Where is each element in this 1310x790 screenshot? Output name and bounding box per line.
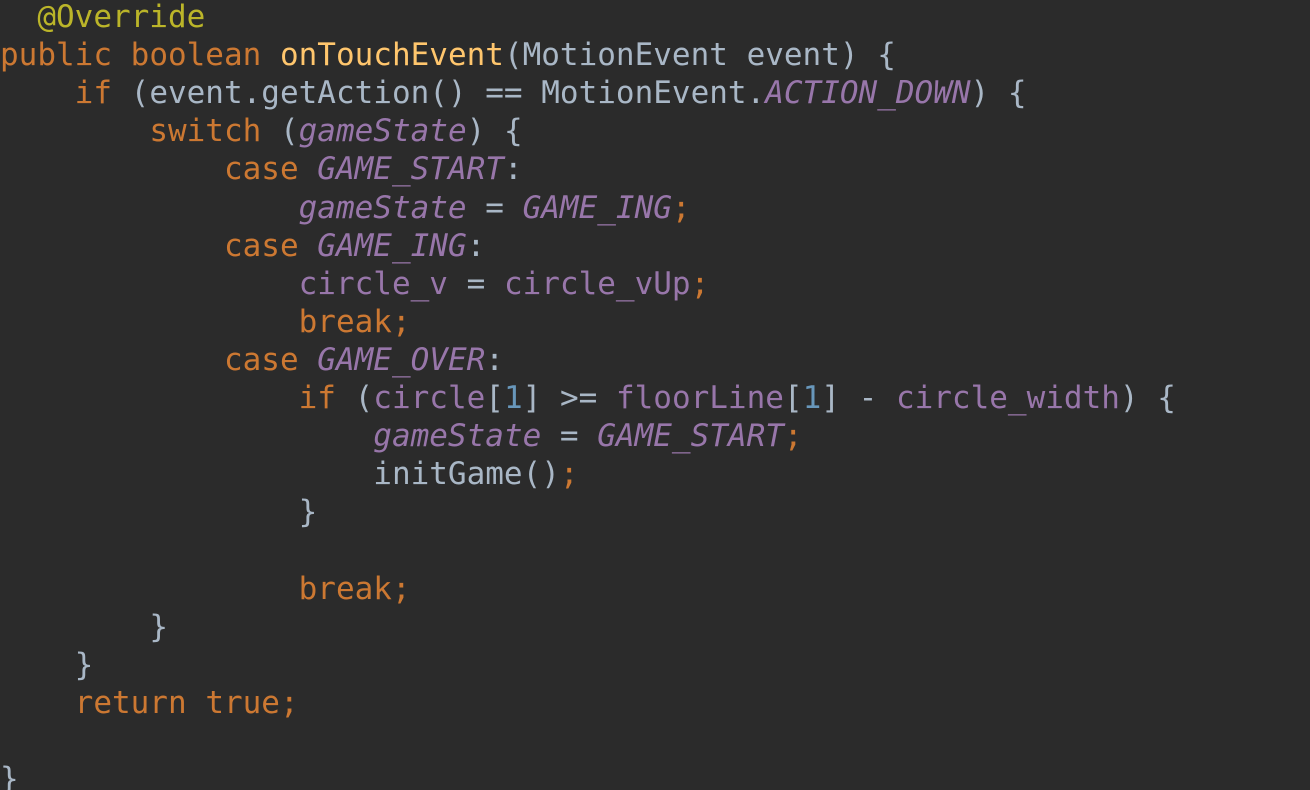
- code-token-plain: =: [447, 265, 504, 302]
- code-token-keyword: case: [223, 227, 318, 264]
- code-token-annotation: @Override: [37, 0, 206, 35]
- code-token-static: GAME_START: [597, 418, 784, 455]
- code-token-plain: =: [541, 418, 598, 455]
- code-token-field: circle_vUp: [503, 265, 691, 302]
- code-token-punct: ;: [671, 189, 691, 226]
- code-token-plain: [: [485, 380, 504, 416]
- code-token-plain: ) {: [970, 75, 1027, 112]
- code-token-plain: }: [298, 494, 318, 531]
- code-line[interactable]: }: [0, 646, 94, 684]
- code-token-keyword: if: [74, 75, 131, 112]
- code-token-keyword: break;: [298, 570, 411, 607]
- code-token-plain: }: [149, 608, 168, 645]
- code-line[interactable]: circle_v = circle_vUp;: [0, 265, 710, 303]
- code-token-method: onTouchEvent: [279, 37, 504, 74]
- code-token-keyword: if: [298, 380, 355, 416]
- code-token-static: gameState: [373, 418, 542, 455]
- code-line[interactable]: switch (gameState) {: [0, 112, 523, 150]
- code-token-field: floorLine: [615, 380, 784, 416]
- code-token-punct: ;: [783, 418, 803, 455]
- code-token-static: GAME_START: [317, 151, 504, 188]
- code-token-punct: ;: [559, 456, 579, 493]
- code-line[interactable]: if (circle[1] >= floorLine[1] - circle_w…: [0, 379, 1176, 417]
- code-token-keyword: case: [223, 151, 318, 188]
- code-token-keyword: case: [223, 341, 318, 378]
- code-token-number: 1: [802, 380, 822, 416]
- code-token-plain: =: [466, 189, 523, 226]
- code-token-static: ACTION_DOWN: [765, 75, 971, 112]
- code-token-plain: }: [74, 646, 94, 683]
- code-line[interactable]: case GAME_ING:: [0, 227, 485, 265]
- code-line[interactable]: }: [0, 493, 318, 531]
- code-token-plain: :: [503, 151, 523, 188]
- code-token-keyword: switch: [149, 113, 280, 150]
- code-line[interactable]: break;: [0, 303, 411, 341]
- code-token-keyword: boolean: [130, 37, 280, 74]
- code-token-plain: (event.getAction() == MotionEvent.: [130, 75, 766, 112]
- code-token-keyword: public: [0, 37, 131, 74]
- code-token-plain: (MotionEvent event) {: [503, 37, 896, 74]
- code-line[interactable]: initGame();: [0, 455, 579, 493]
- code-token-field: circle_v: [298, 265, 448, 302]
- code-token-keyword: break;: [298, 303, 411, 340]
- code-token-static: gameState: [298, 113, 467, 150]
- code-line[interactable]: break;: [0, 570, 411, 608]
- code-token-static: GAME_ING: [317, 227, 467, 264]
- code-editor[interactable]: @Override public boolean onTouchEvent(Mot…: [0, 0, 1310, 790]
- code-token-plain: ) {: [466, 113, 523, 150]
- code-line[interactable]: case GAME_OVER:: [0, 341, 504, 379]
- code-token-plain: ] >=: [522, 380, 616, 416]
- code-line[interactable]: gameState = GAME_START;: [0, 417, 803, 455]
- code-line[interactable]: if (event.getAction() == MotionEvent.ACT…: [0, 74, 1027, 112]
- code-token-static: GAME_ING: [522, 189, 672, 226]
- code-line[interactable]: case GAME_START:: [0, 150, 523, 188]
- code-token-plain: ) {: [1119, 380, 1176, 416]
- code-token-plain: (: [279, 113, 299, 150]
- code-token-plain: initGame(): [373, 456, 560, 493]
- code-token-plain: }: [0, 761, 19, 790]
- code-token-plain: ] -: [821, 380, 896, 416]
- code-token-plain: (: [354, 380, 374, 416]
- code-token-static: GAME_OVER: [317, 341, 486, 378]
- code-token-plain: :: [466, 227, 486, 264]
- code-token-punct: ;: [690, 265, 710, 302]
- code-token-field: circle_width: [895, 380, 1120, 416]
- code-token-keyword: true;: [205, 684, 299, 721]
- code-line[interactable]: public boolean onTouchEvent(MotionEvent …: [0, 36, 896, 74]
- code-token-static: gameState: [298, 189, 467, 226]
- code-token-number: 1: [503, 380, 523, 416]
- code-token-field: circle: [373, 380, 486, 416]
- code-token-plain: [: [783, 380, 803, 416]
- code-line[interactable]: @Override: [0, 0, 205, 36]
- code-line[interactable]: return true;: [0, 684, 299, 722]
- code-token-plain: :: [485, 341, 504, 378]
- code-line[interactable]: gameState = GAME_ING;: [0, 189, 691, 227]
- code-line[interactable]: }: [0, 608, 168, 646]
- code-token-keyword: return: [74, 684, 206, 721]
- code-line[interactable]: }: [0, 760, 19, 790]
